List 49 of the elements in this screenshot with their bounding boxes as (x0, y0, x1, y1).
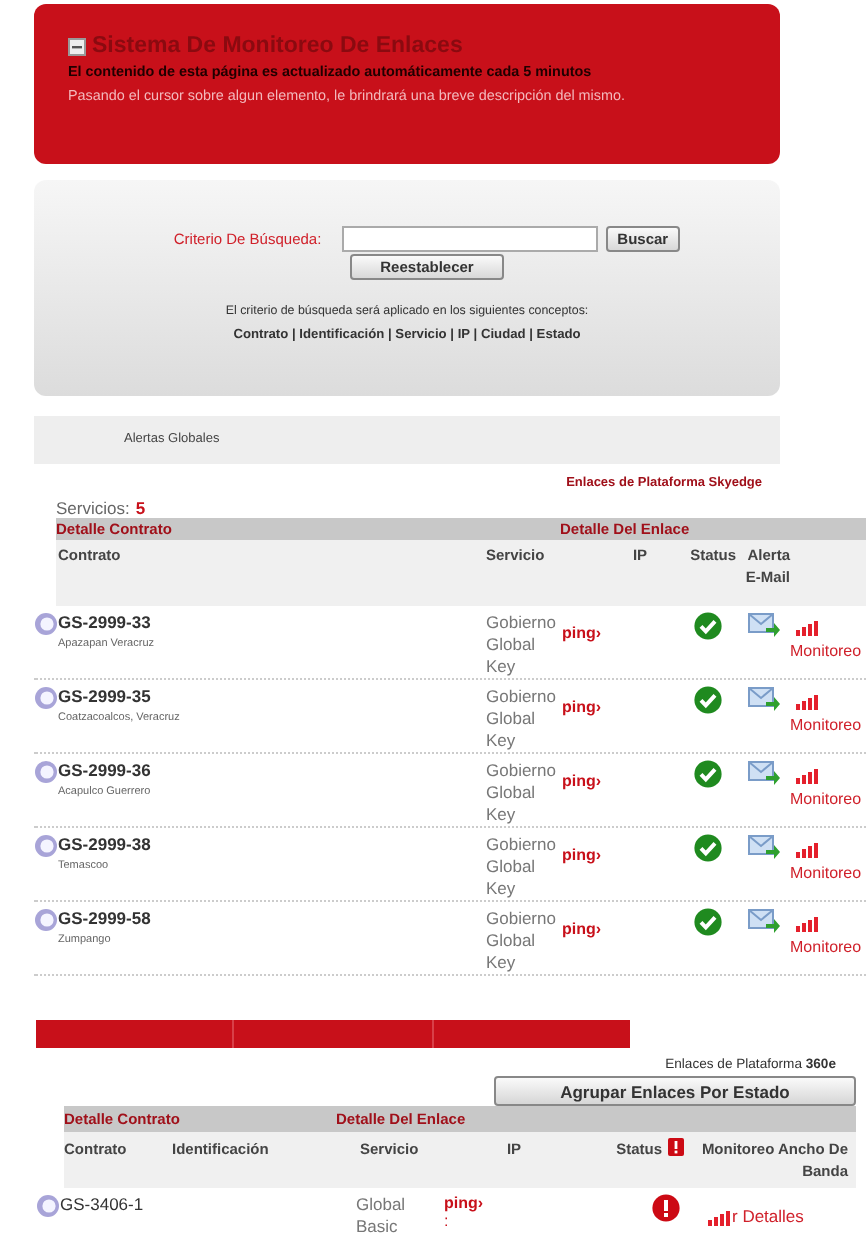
contract-id: GS-2999-33 (58, 612, 153, 632)
contract-id: GS-2999-35 (58, 686, 153, 706)
ping-link[interactable]: ping› (562, 772, 602, 790)
circle-icon (34, 686, 58, 710)
monitor-link[interactable]: Monitoreo (790, 642, 862, 660)
signal-bars-icon (796, 840, 818, 858)
mail-icon (747, 834, 779, 862)
collapse-icon (68, 37, 86, 55)
circle-icon (34, 834, 58, 858)
circle-icon (34, 908, 58, 932)
circle-icon (34, 612, 58, 636)
monitor-link[interactable]: Monitoreo (790, 790, 862, 808)
service-name: Global Basic (356, 1194, 408, 1238)
ping-link[interactable]: ping› (562, 624, 602, 642)
ping-link[interactable]: ping› (562, 846, 602, 864)
mail-icon (747, 686, 779, 714)
monitor-link[interactable]: Monitoreo (790, 938, 862, 956)
signal-bars-icon (708, 1207, 730, 1225)
contract-id: GS-2999-58 (58, 908, 153, 928)
search-field[interactable] (341, 226, 598, 252)
ping-link[interactable]: ping› (444, 1194, 584, 1212)
mail-icon (747, 908, 779, 936)
service-name: Gobierno Global Key (486, 612, 558, 678)
warning-icon (668, 1138, 684, 1156)
monitor-link[interactable]: Monitoreo (790, 716, 862, 734)
contract-id: GS-2999-38 (58, 834, 153, 854)
service-name: Gobierno Global Key (486, 686, 558, 752)
ip-address: : (444, 1212, 451, 1230)
monitor-link[interactable]: Monitoreo (790, 864, 862, 882)
service-name: Gobierno Global Key (486, 760, 558, 826)
contract-id: GS-3406-1 (60, 1194, 146, 1218)
signal-bars-icon (796, 914, 818, 932)
ping-link[interactable]: ping› (562, 698, 602, 716)
circle-icon (36, 1194, 60, 1218)
mail-icon (747, 612, 779, 640)
details-link[interactable]: r Detalles (732, 1206, 804, 1226)
ping-link[interactable]: ping› (562, 920, 602, 938)
signal-bars-icon (796, 692, 818, 710)
service-name: Gobierno Global Key (486, 834, 558, 900)
service-name: Gobierno Global Key (486, 908, 558, 974)
signal-bars-icon (796, 618, 818, 636)
circle-icon (34, 760, 58, 784)
group-by-state-button[interactable]: Agrupar Enlaces Por Estado (494, 1076, 856, 1106)
contract-id: GS-2999-36 (58, 760, 153, 780)
services-label: Servicios: (56, 498, 130, 518)
services-count: 5 (135, 498, 146, 518)
mail-icon (747, 760, 779, 788)
page-title: Sistema De Monitoreo De Enlaces (92, 34, 463, 58)
signal-bars-icon (796, 766, 818, 784)
